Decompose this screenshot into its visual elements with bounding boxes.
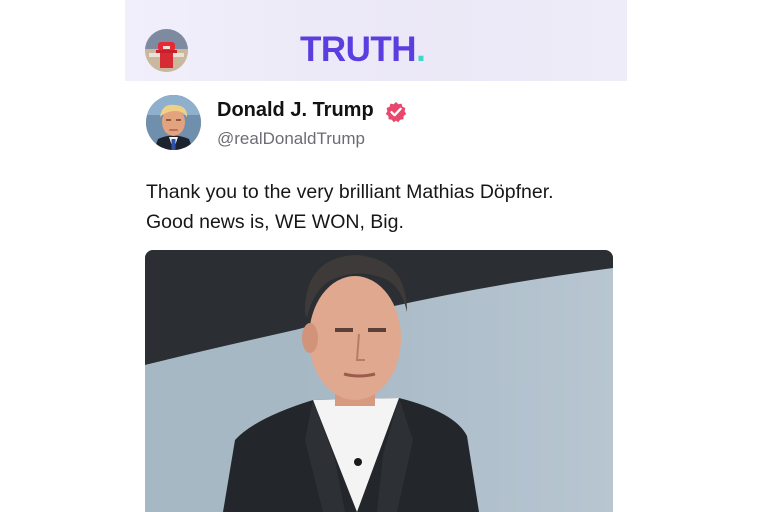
author-handle[interactable]: @realDonaldTrump: [217, 129, 365, 149]
verified-badge-icon: [385, 102, 407, 123]
author-avatar[interactable]: [146, 95, 201, 150]
person-photo-icon: [145, 250, 613, 512]
app-header: TRUTH.: [125, 0, 627, 82]
page: TRUTH. Donald J. Trump @realDonaldTrump …: [0, 0, 768, 512]
post-text-line: Thank you to the very brilliant Mathias …: [146, 181, 554, 203]
brand-dot: .: [416, 30, 426, 69]
author-name[interactable]: Donald J. Trump: [217, 99, 374, 122]
brand-name: TRUTH: [300, 30, 417, 69]
author-photo-icon: [146, 95, 201, 150]
header-avatar[interactable]: [145, 29, 188, 72]
truth-logo[interactable]: TRUTH.: [300, 30, 426, 70]
post-text: Thank you to the very brilliant Mathias …: [146, 177, 616, 237]
post: Donald J. Trump @realDonaldTrump Thank y…: [125, 81, 627, 512]
post-text-line: Good news is, WE WON, Big.: [146, 211, 404, 233]
profile-photo-icon: [145, 29, 188, 72]
post-image[interactable]: [145, 250, 613, 512]
truth-post-panel: TRUTH. Donald J. Trump @realDonaldTrump …: [125, 0, 627, 512]
